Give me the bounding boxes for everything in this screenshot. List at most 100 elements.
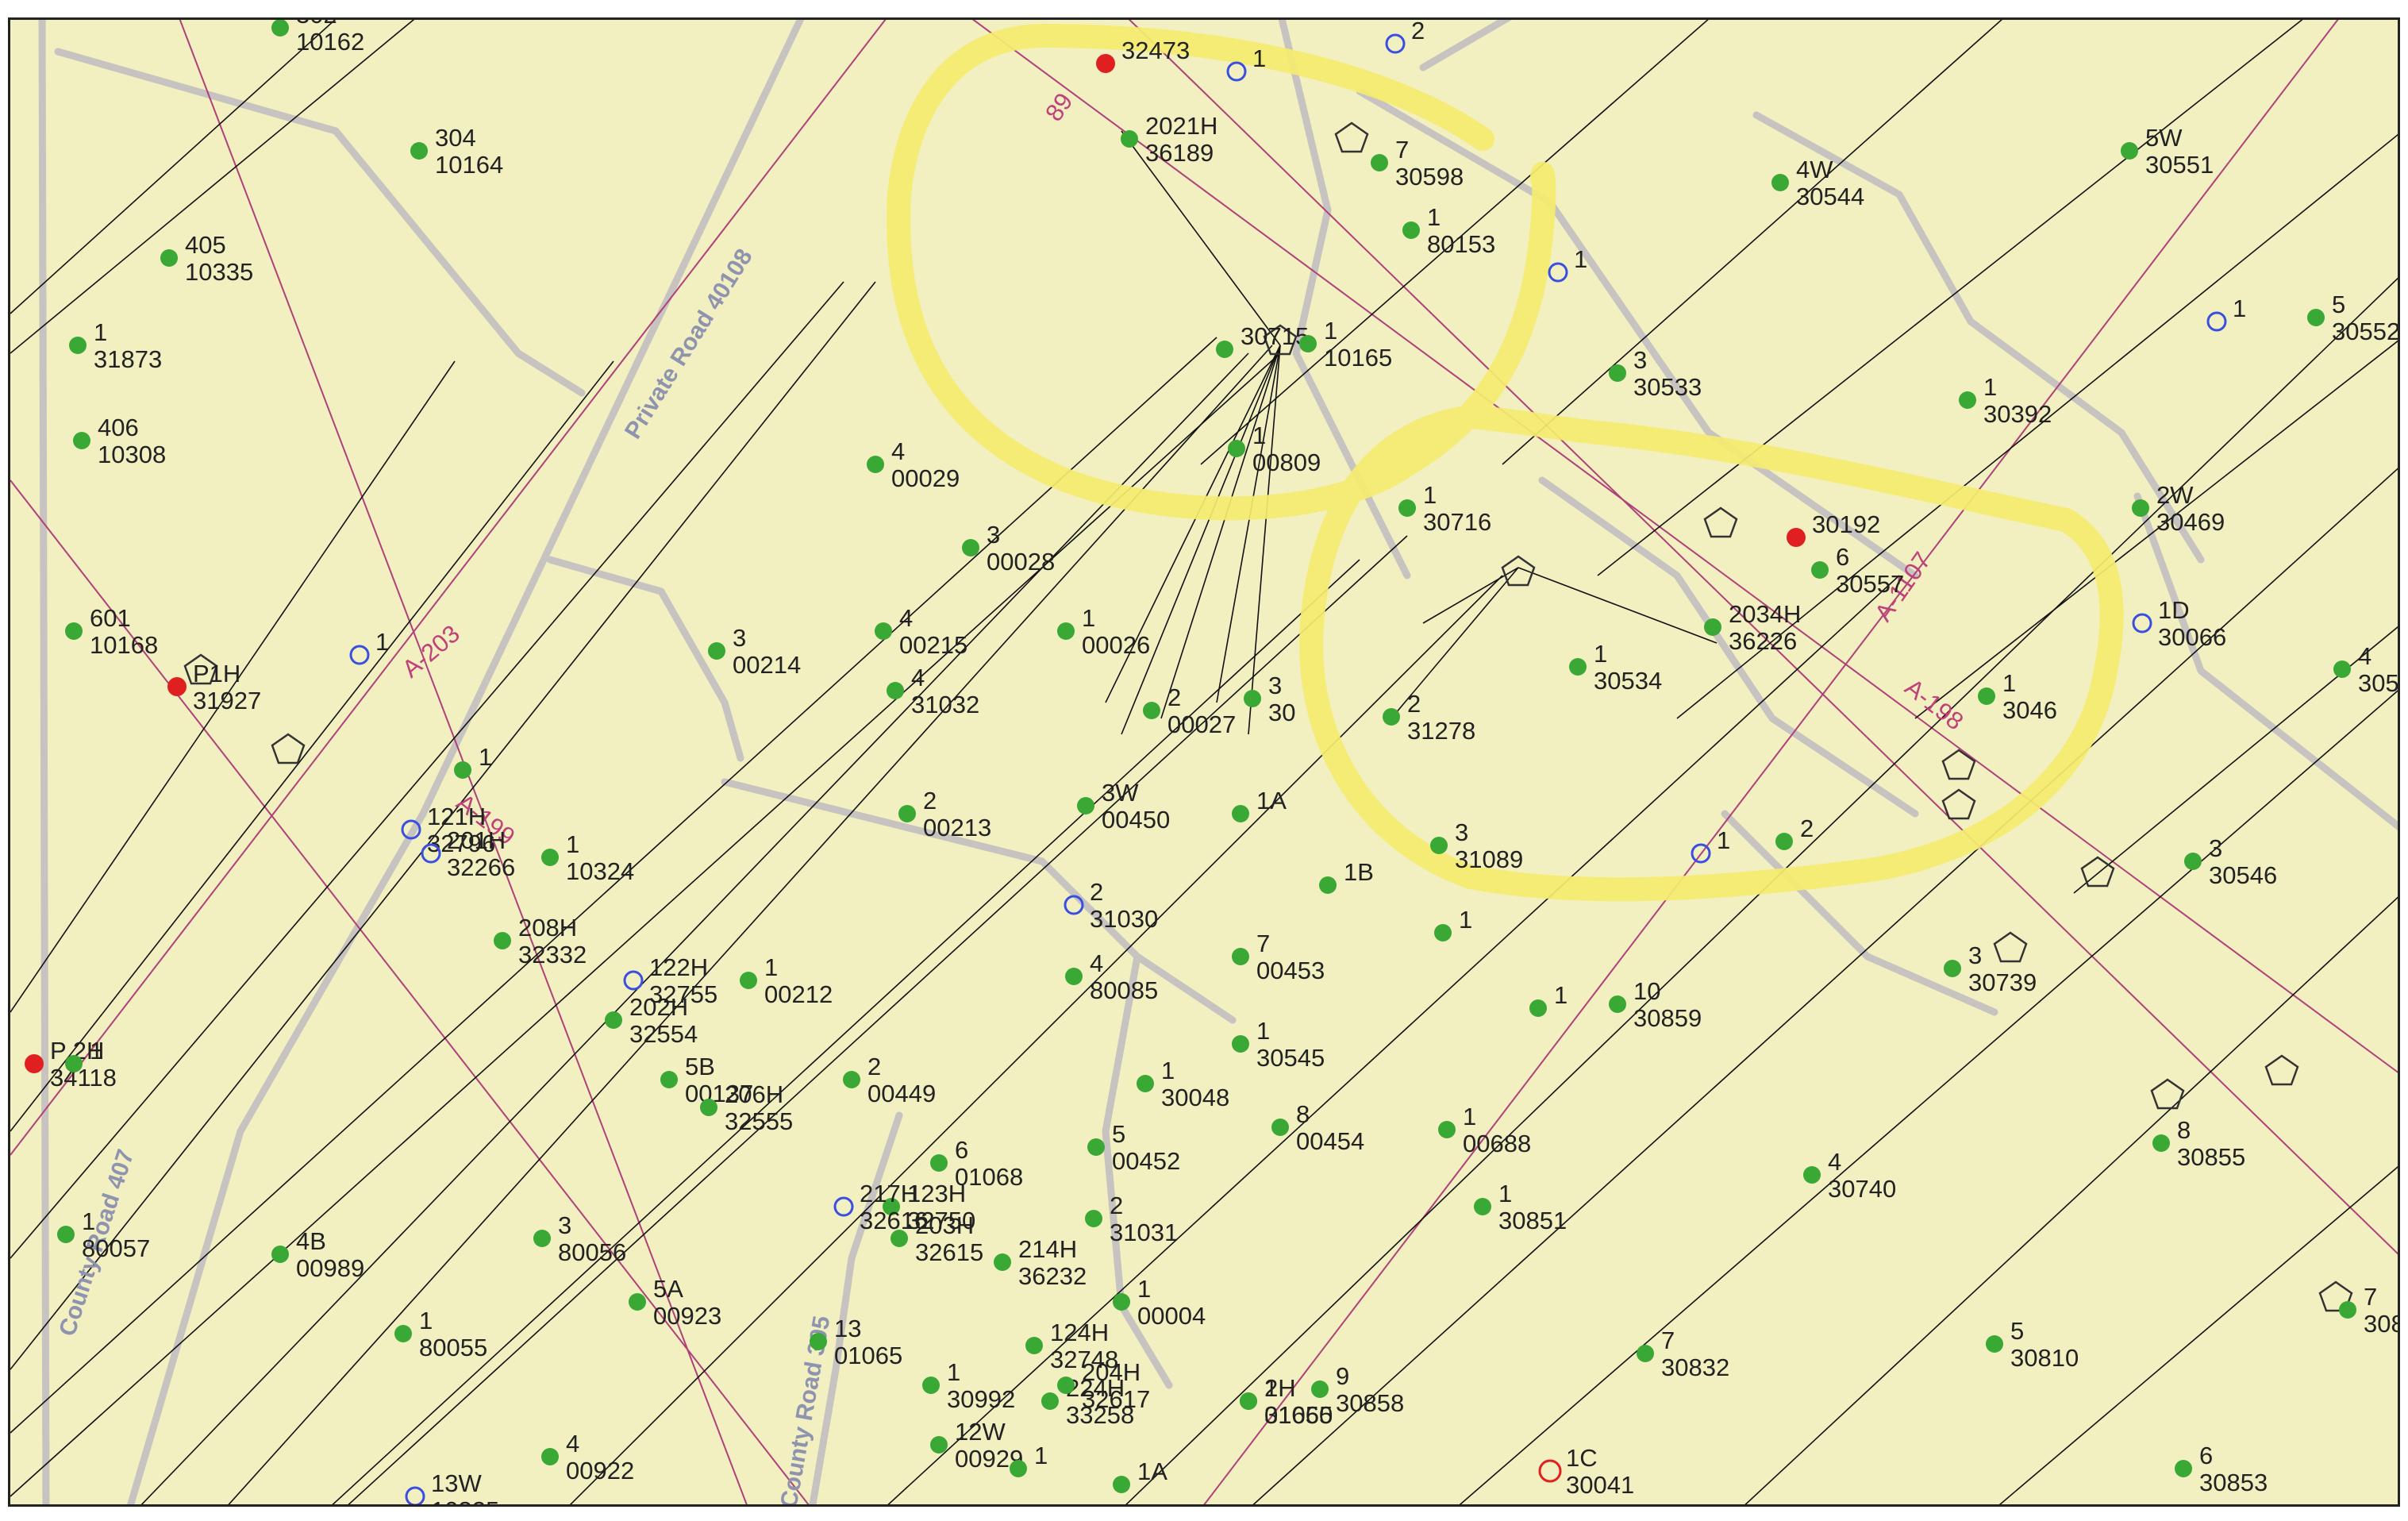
active-well-icon[interactable] [1228, 440, 1245, 457]
well-marker[interactable]: 110324 [541, 830, 634, 885]
active-well-icon[interactable] [1569, 658, 1587, 676]
active-well-icon[interactable] [1771, 174, 1789, 191]
plugged-well-icon[interactable] [349, 645, 370, 665]
well-marker[interactable]: 300028 [962, 521, 1055, 576]
active-well-icon[interactable] [541, 849, 559, 866]
well-marker[interactable]: 1 [2206, 295, 2246, 332]
active-well-icon[interactable] [1775, 833, 1793, 850]
active-well-icon[interactable] [69, 337, 87, 354]
well-marker[interactable]: 100688 [1438, 1103, 1531, 1157]
well-marker[interactable]: 40510335 [160, 231, 253, 286]
well-marker[interactable]: 330739 [1944, 941, 2037, 996]
well-marker[interactable]: 500452 [1087, 1120, 1180, 1175]
active-well-icon[interactable] [1113, 1293, 1130, 1311]
active-well-icon[interactable] [1319, 876, 1337, 894]
well-marker[interactable]: 2 [1775, 814, 1814, 850]
active-well-icon[interactable] [2121, 142, 2138, 160]
well-marker[interactable]: 60110168 [65, 604, 158, 659]
active-well-icon[interactable] [1704, 618, 1721, 636]
active-well-icon[interactable] [1371, 154, 1388, 171]
well-marker[interactable]: 5A00923 [629, 1275, 721, 1330]
well-symbols[interactable]: 3021016230410164405103351318734061030860… [25, 20, 2400, 1507]
active-well-icon[interactable] [1113, 1476, 1130, 1493]
well-marker[interactable]: 30410164 [410, 124, 503, 179]
active-well-icon[interactable] [1529, 999, 1547, 1017]
well-marker[interactable]: 180153 [1402, 203, 1495, 258]
well-marker[interactable]: 214H36232 [994, 1235, 1087, 1290]
well-marker[interactable]: 400922 [541, 1430, 634, 1484]
well-marker[interactable]: 300214 [708, 624, 801, 679]
lease-map[interactable]: Private Road 40108 County Road 407 Count… [8, 17, 2400, 1507]
active-well-icon[interactable] [1041, 1392, 1059, 1410]
active-well-icon[interactable] [2339, 1301, 2356, 1319]
well-marker[interactable]: 830855 [2152, 1116, 2245, 1171]
permit-well-icon[interactable] [1096, 54, 1115, 73]
well-marker[interactable]: 100809 [1228, 422, 1321, 476]
well-marker[interactable]: 180055 [394, 1307, 487, 1361]
active-well-icon[interactable] [930, 1154, 948, 1172]
active-well-icon[interactable] [1010, 1460, 1027, 1477]
active-well-icon[interactable] [1232, 805, 1249, 822]
plugged-well-icon[interactable] [623, 970, 644, 991]
active-well-icon[interactable] [1143, 702, 1160, 719]
active-well-icon[interactable] [1065, 968, 1083, 985]
active-well-icon[interactable] [1057, 1377, 1075, 1394]
well-marker[interactable]: 330546 [2184, 834, 2277, 889]
well-marker[interactable]: 400029 [867, 437, 960, 492]
active-well-icon[interactable] [1986, 1335, 2003, 1353]
active-well-icon[interactable] [660, 1071, 678, 1088]
active-well-icon[interactable] [1232, 1035, 1249, 1053]
well-marker[interactable]: 630853 [2175, 1442, 2268, 1496]
dry-hole-icon[interactable] [1538, 1459, 1562, 1483]
well-marker[interactable]: 208H32332 [494, 914, 587, 968]
well-marker[interactable]: 231031 [1085, 1192, 1178, 1246]
active-well-icon[interactable] [1944, 960, 1961, 977]
well-marker[interactable]: 1 [454, 743, 492, 779]
well-marker[interactable]: 100026 [1057, 604, 1150, 659]
active-well-icon[interactable] [57, 1226, 75, 1243]
well-marker[interactable]: 1 [1548, 245, 1587, 283]
active-well-icon[interactable] [65, 1055, 83, 1072]
active-well-icon[interactable] [1402, 221, 1420, 239]
active-well-icon[interactable] [1057, 622, 1075, 640]
permit-well-icon[interactable] [1787, 528, 1806, 547]
well-marker[interactable]: 131873 [69, 318, 162, 373]
well-marker[interactable]: 130048 [1137, 1057, 1229, 1111]
active-well-icon[interactable] [890, 1230, 908, 1247]
well-marker[interactable]: 5W30551 [2121, 124, 2214, 179]
well-marker[interactable]: P1H31927 [167, 660, 261, 714]
well-marker[interactable]: 200213 [898, 787, 991, 841]
active-well-icon[interactable] [740, 972, 757, 989]
active-well-icon[interactable] [994, 1253, 1011, 1271]
active-well-icon[interactable] [2333, 660, 2351, 678]
active-well-icon[interactable] [494, 932, 511, 949]
well-marker[interactable]: 231030 [1064, 878, 1158, 933]
active-well-icon[interactable] [1803, 1166, 1821, 1184]
plugged-well-icon[interactable] [2132, 613, 2152, 633]
well-marker[interactable]: 130545 [1232, 1017, 1325, 1072]
active-well-icon[interactable] [1137, 1075, 1154, 1092]
active-well-icon[interactable] [629, 1293, 646, 1311]
active-well-icon[interactable] [533, 1230, 551, 1247]
well-marker[interactable]: 800454 [1271, 1100, 1364, 1155]
active-well-icon[interactable] [867, 456, 884, 473]
plugged-well-icon[interactable] [833, 1196, 854, 1217]
active-well-icon[interactable] [1240, 1392, 1257, 1410]
active-well-icon[interactable] [875, 622, 892, 640]
well-marker[interactable]: 2034H36226 [1704, 600, 1801, 655]
well-marker[interactable]: 1 [1434, 906, 1472, 941]
active-well-icon[interactable] [2307, 309, 2325, 326]
well-marker[interactable]: 200027 [1143, 683, 1236, 738]
active-well-icon[interactable] [1811, 561, 1829, 579]
active-well-icon[interactable] [1398, 499, 1416, 517]
well-marker[interactable]: 1 [1529, 981, 1568, 1017]
active-well-icon[interactable] [887, 682, 904, 699]
active-well-icon[interactable] [65, 622, 83, 640]
well-marker[interactable]: 530810 [1986, 1317, 2079, 1372]
well-marker[interactable]: 100212 [740, 953, 833, 1008]
plugged-well-icon[interactable] [1385, 33, 1406, 54]
well-marker[interactable]: 2 [1385, 20, 1425, 54]
active-well-icon[interactable] [1434, 924, 1452, 941]
well-marker[interactable]: 12W00929 [930, 1418, 1023, 1473]
active-well-icon[interactable] [1959, 391, 1976, 409]
